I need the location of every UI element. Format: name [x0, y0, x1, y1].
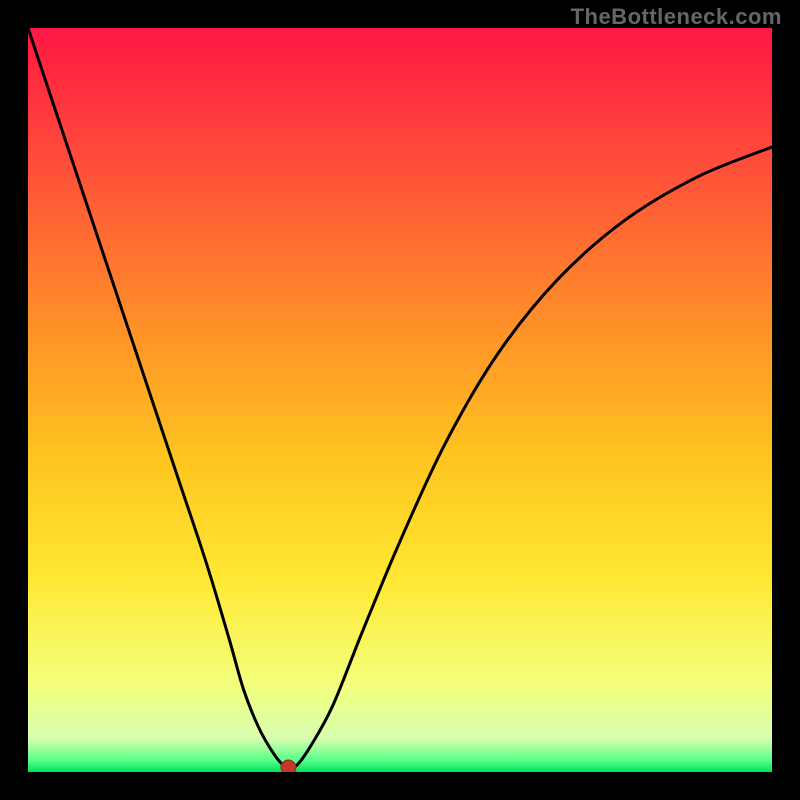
plot-area [28, 28, 772, 772]
watermark-label: TheBottleneck.com [571, 4, 782, 30]
chart-svg [28, 28, 772, 772]
gradient-background [28, 28, 772, 772]
minimum-marker [281, 760, 296, 772]
chart-figure: TheBottleneck.com [0, 0, 800, 800]
